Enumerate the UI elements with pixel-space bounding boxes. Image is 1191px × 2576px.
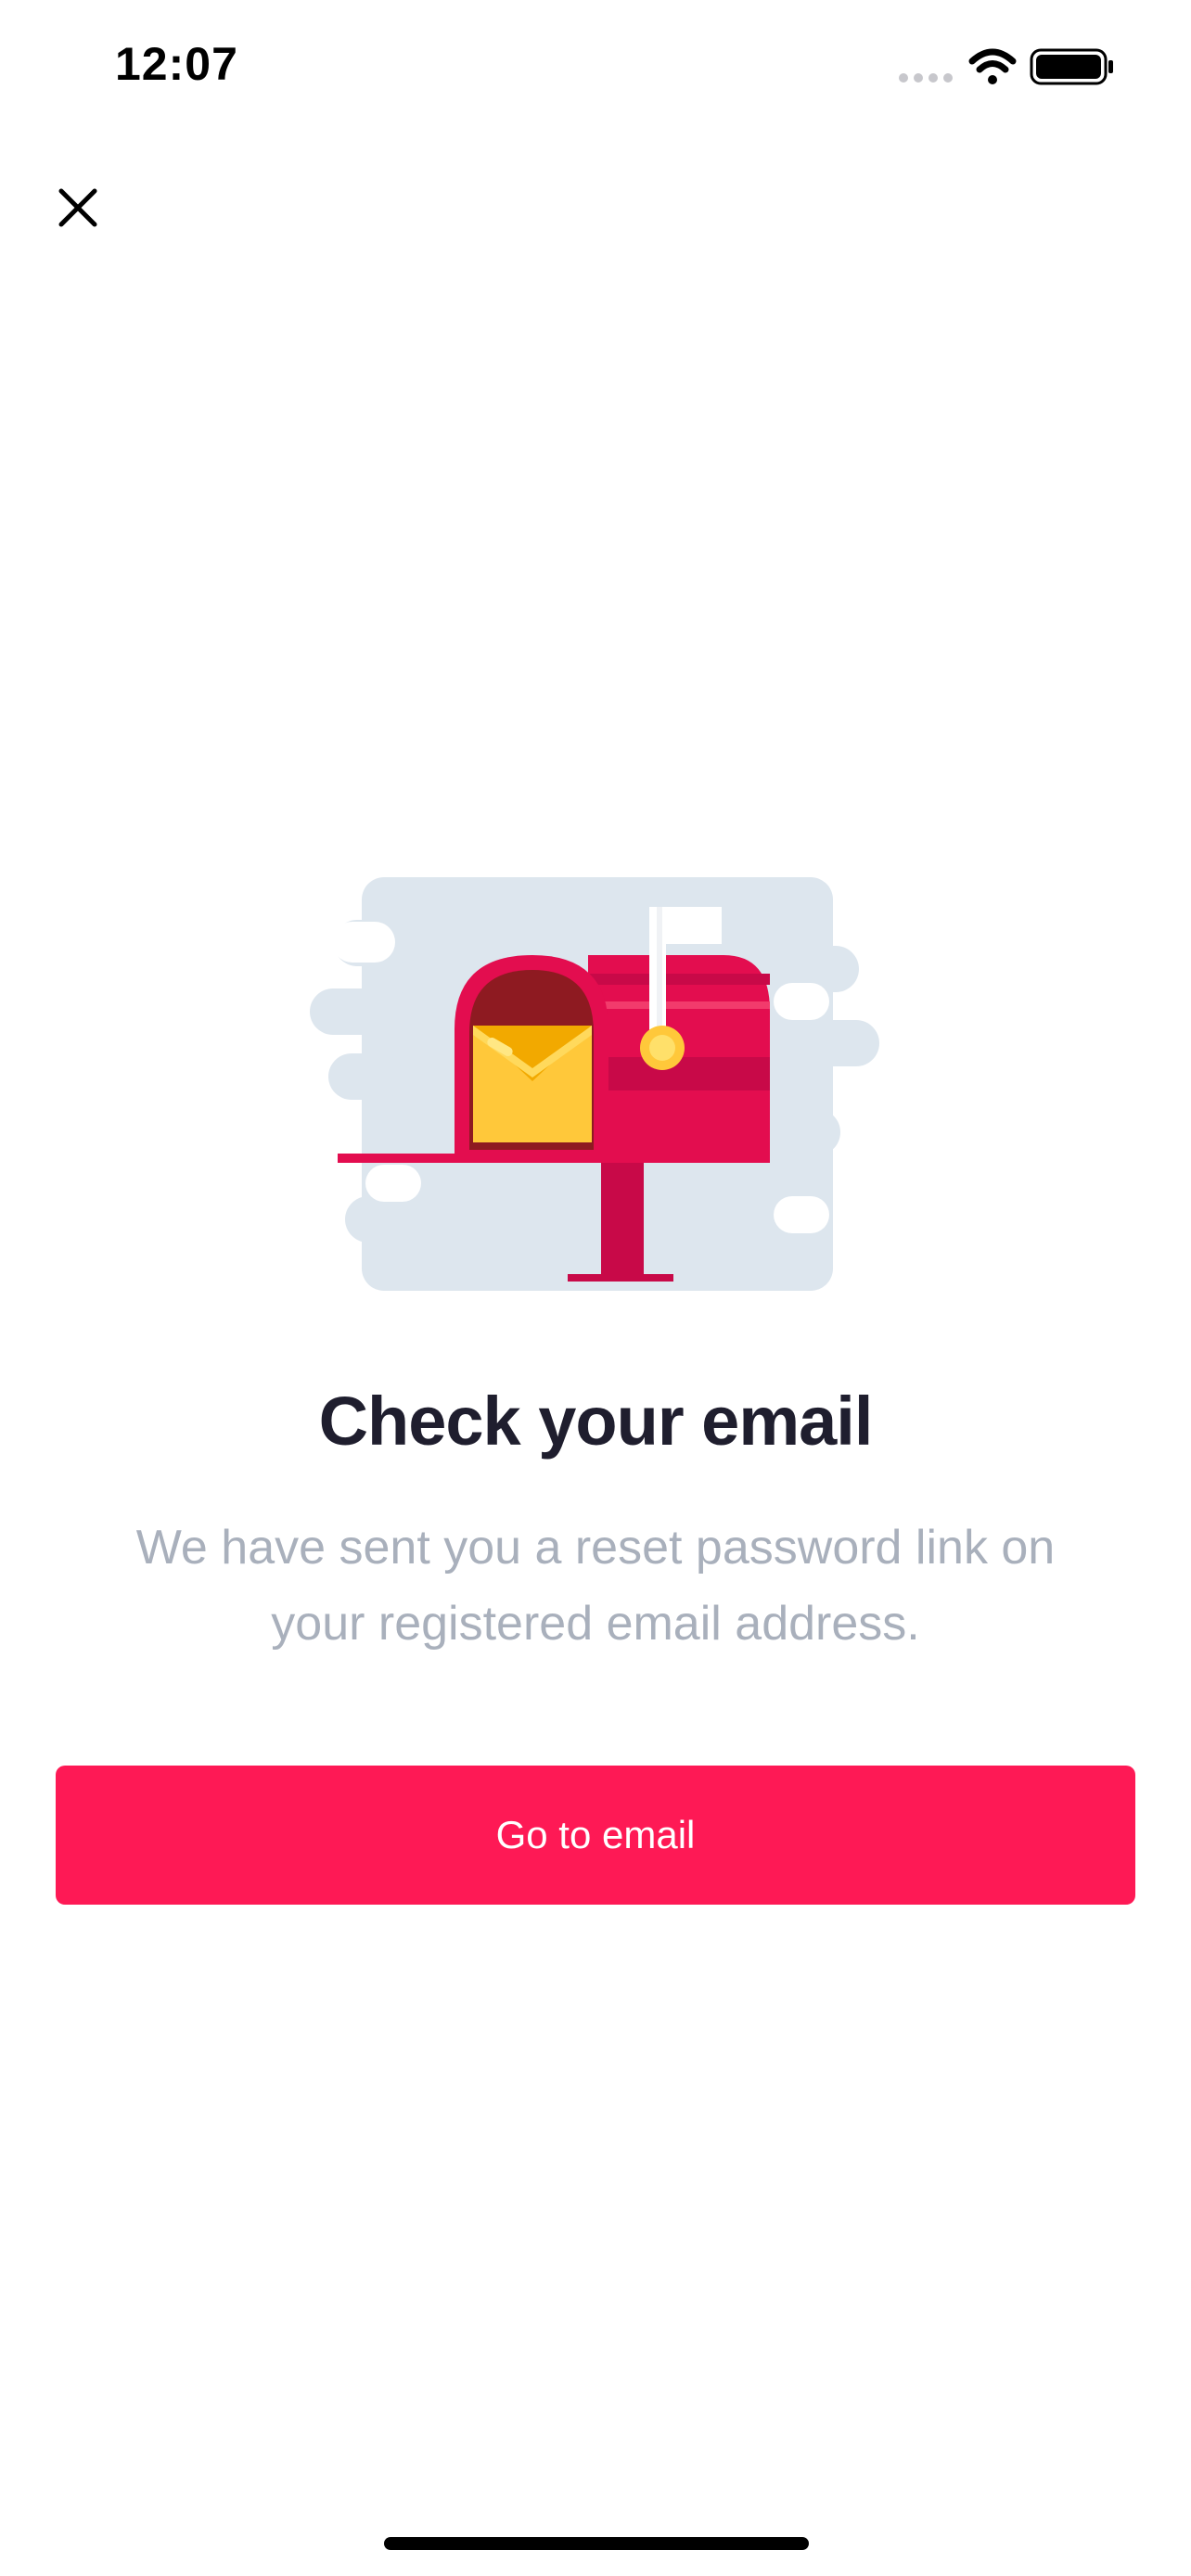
status-icons-svg (899, 48, 1113, 85)
status-time: 12:07 (115, 38, 238, 90)
home-indicator[interactable] (384, 2537, 809, 2550)
signal-dots-icon (899, 73, 953, 83)
close-button[interactable] (48, 178, 108, 237)
mailbox-shelf (338, 1154, 770, 1163)
go-to-email-button[interactable]: Go to email (56, 1766, 1135, 1905)
wifi-icon (968, 48, 1017, 84)
status-icons (896, 45, 1119, 85)
page-title: Check your email (318, 1383, 874, 1460)
battery-icon (1030, 48, 1113, 85)
mailbox-illustration (310, 872, 881, 1298)
subtitle-line-1: We have sent you a reset password link o… (135, 1521, 1056, 1575)
go-to-email-button-label: Go to email (495, 1813, 696, 1856)
page-subtitle: We have sent you a reset password link o… (56, 1510, 1135, 1662)
mailbox-illustration-svg (310, 877, 879, 1291)
envelope (473, 1026, 592, 1142)
subtitle-line-2: your registered email address. (271, 1597, 920, 1651)
close-icon (58, 188, 97, 227)
